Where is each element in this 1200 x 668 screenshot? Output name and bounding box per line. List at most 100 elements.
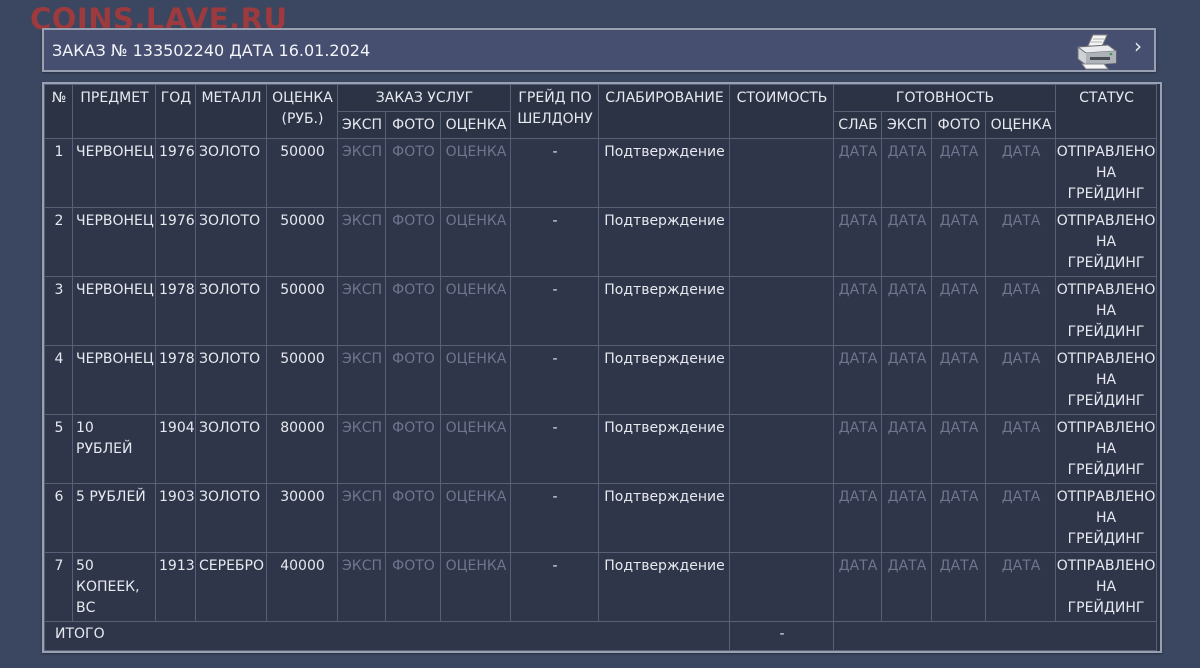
col-header-status: СТАТУС xyxy=(1055,84,1158,139)
cell-ready-slab: ДАТА xyxy=(833,345,882,415)
cell-valuation: 50000 xyxy=(266,276,338,346)
order-title: ЗАКАЗ № 133502240 ДАТА 16.01.2024 xyxy=(52,41,371,60)
cell-year: 1976 xyxy=(155,207,196,277)
col-header-metal: МЕТАЛЛ xyxy=(195,84,267,139)
cell-service-exp: ЭКСП xyxy=(337,276,386,346)
cell-ready-slab: ДАТА xyxy=(833,552,882,622)
table-row: 5 10 РУБЛЕЙ 1904 ЗОЛОТО 80000 ЭКСП ФОТО ОЦЕНКА -… xyxy=(44,414,1158,484)
total-filler xyxy=(832,621,1158,651)
cell-grade: - xyxy=(510,138,599,208)
col-header-ready-photo: ФОТО xyxy=(931,111,986,139)
cell-ready-photo: ДАТА xyxy=(931,345,986,415)
cell-year: 1903 xyxy=(155,483,196,553)
cell-valuation: 50000 xyxy=(266,345,338,415)
col-header-services-photo: ФОТО xyxy=(385,111,441,139)
cell-service-exp: ЭКСП xyxy=(337,483,386,553)
cell-year: 1976 xyxy=(155,138,196,208)
order-items-table-container: № ПРЕДМЕТ ГОД МЕТАЛЛ ОЦЕНКА (РУБ.) ЗАКАЗ… xyxy=(42,82,1162,653)
cell-cost xyxy=(729,345,834,415)
col-header-ready-eval: ОЦЕНКА xyxy=(984,111,1057,139)
cell-metal: ЗОЛОТО xyxy=(195,138,267,208)
cell-ready-photo: ДАТА xyxy=(931,552,986,622)
cell-ready-eval: ДАТА xyxy=(984,552,1057,622)
cell-item: 10 РУБЛЕЙ xyxy=(72,414,156,484)
cell-service-photo: ФОТО xyxy=(385,345,441,415)
cell-metal: СЕРЕБРО xyxy=(195,552,267,622)
cell-ready-slab: ДАТА xyxy=(833,138,882,208)
cell-service-photo: ФОТО xyxy=(385,207,441,277)
cell-ready-slab: ДАТА xyxy=(833,276,882,346)
order-items-table: № ПРЕДМЕТ ГОД МЕТАЛЛ ОЦЕНКА (РУБ.) ЗАКАЗ… xyxy=(44,84,1158,651)
printer-icon[interactable] xyxy=(1074,33,1120,71)
cell-ready-eval: ДАТА xyxy=(984,345,1057,415)
cell-item: 50 КОПЕЕК, ВС xyxy=(72,552,156,622)
cell-status: ОТПРАВЛЕНО НА ГРЕЙДИНГ xyxy=(1055,207,1158,277)
table-row: 7 50 КОПЕЕК, ВС 1913 СЕРЕБРО 40000 ЭКСП ФОТО ОЦ… xyxy=(44,552,1158,622)
cell-ready-photo: ДАТА xyxy=(931,138,986,208)
cell-ready-eval: ДАТА xyxy=(984,276,1057,346)
cell-item: 5 РУБЛЕЙ xyxy=(72,483,156,553)
cell-num: 6 xyxy=(44,483,73,553)
col-header-services: ЗАКАЗ УСЛУГ xyxy=(337,84,511,112)
cell-year: 1904 xyxy=(155,414,196,484)
cell-service-eval: ОЦЕНКА xyxy=(440,483,511,553)
table-row: 1 ЧЕРВОНЕЦ 1976 ЗОЛОТО 50000 ЭКСП ФОТО ОЦЕНКА - П… xyxy=(44,138,1158,208)
table-total-row: ИТОГО - xyxy=(44,621,1158,651)
cell-ready-photo: ДАТА xyxy=(931,414,986,484)
cell-metal: ЗОЛОТО xyxy=(195,483,267,553)
cell-slab: Подтверждение xyxy=(598,207,730,277)
cell-ready-photo: ДАТА xyxy=(931,207,986,277)
cell-grade: - xyxy=(510,552,599,622)
cell-ready-slab: ДАТА xyxy=(833,207,882,277)
col-header-ready-exp: ЭКСП xyxy=(881,111,932,139)
cell-ready-exp: ДАТА xyxy=(881,483,932,553)
cell-service-eval: ОЦЕНКА xyxy=(440,414,511,484)
cell-cost xyxy=(729,276,834,346)
cell-num: 3 xyxy=(44,276,73,346)
cell-cost xyxy=(729,552,834,622)
cell-year: 1978 xyxy=(155,345,196,415)
cell-num: 5 xyxy=(44,414,73,484)
cell-year: 1913 xyxy=(155,552,196,622)
table-row: 3 ЧЕРВОНЕЦ 1978 ЗОЛОТО 50000 ЭКСП ФОТО ОЦЕНКА - П… xyxy=(44,276,1158,346)
cell-status: ОТПРАВЛЕНО НА ГРЕЙДИНГ xyxy=(1055,276,1158,346)
cell-ready-eval: ДАТА xyxy=(984,138,1057,208)
cell-slab: Подтверждение xyxy=(598,414,730,484)
cell-service-exp: ЭКСП xyxy=(337,207,386,277)
cell-service-photo: ФОТО xyxy=(385,276,441,346)
total-label: ИТОГО xyxy=(44,621,730,651)
cell-service-eval: ОЦЕНКА xyxy=(440,138,511,208)
cell-item: ЧЕРВОНЕЦ xyxy=(72,345,156,415)
col-header-valuation: ОЦЕНКА (РУБ.) xyxy=(266,84,338,139)
cell-service-exp: ЭКСП xyxy=(337,414,386,484)
cell-status: ОТПРАВЛЕНО НА ГРЕЙДИНГ xyxy=(1055,552,1158,622)
cell-service-photo: ФОТО xyxy=(385,483,441,553)
table-body: 1 ЧЕРВОНЕЦ 1976 ЗОЛОТО 50000 ЭКСП ФОТО ОЦЕНКА - П… xyxy=(44,138,1158,622)
chevron-right-icon[interactable]: › xyxy=(1134,36,1142,56)
cell-ready-exp: ДАТА xyxy=(881,276,932,346)
cell-grade: - xyxy=(510,483,599,553)
table-row: 4 ЧЕРВОНЕЦ 1978 ЗОЛОТО 50000 ЭКСП ФОТО ОЦЕНКА - П… xyxy=(44,345,1158,415)
order-header-bar: ЗАКАЗ № 133502240 ДАТА 16.01.2024 › xyxy=(42,28,1156,72)
cell-ready-exp: ДАТА xyxy=(881,138,932,208)
cell-cost xyxy=(729,207,834,277)
cell-valuation: 80000 xyxy=(266,414,338,484)
cell-service-exp: ЭКСП xyxy=(337,552,386,622)
col-header-slab: СЛАБИРОВАНИЕ xyxy=(598,84,730,139)
cell-metal: ЗОЛОТО xyxy=(195,276,267,346)
cell-ready-slab: ДАТА xyxy=(833,414,882,484)
cell-service-eval: ОЦЕНКА xyxy=(440,345,511,415)
cell-ready-eval: ДАТА xyxy=(984,483,1057,553)
cell-service-photo: ФОТО xyxy=(385,414,441,484)
cell-ready-exp: ДАТА xyxy=(881,345,932,415)
cell-grade: - xyxy=(510,345,599,415)
cell-ready-exp: ДАТА xyxy=(881,414,932,484)
cell-item: ЧЕРВОНЕЦ xyxy=(72,276,156,346)
table-header-row: № ПРЕДМЕТ ГОД МЕТАЛЛ ОЦЕНКА (РУБ.) ЗАКАЗ… xyxy=(44,84,1158,139)
cell-num: 1 xyxy=(44,138,73,208)
col-header-services-eval: ОЦЕНКА xyxy=(440,111,511,139)
cell-slab: Подтверждение xyxy=(598,138,730,208)
col-header-year: ГОД xyxy=(155,84,196,139)
cell-status: ОТПРАВЛЕНО НА ГРЕЙДИНГ xyxy=(1055,345,1158,415)
cell-service-photo: ФОТО xyxy=(385,552,441,622)
